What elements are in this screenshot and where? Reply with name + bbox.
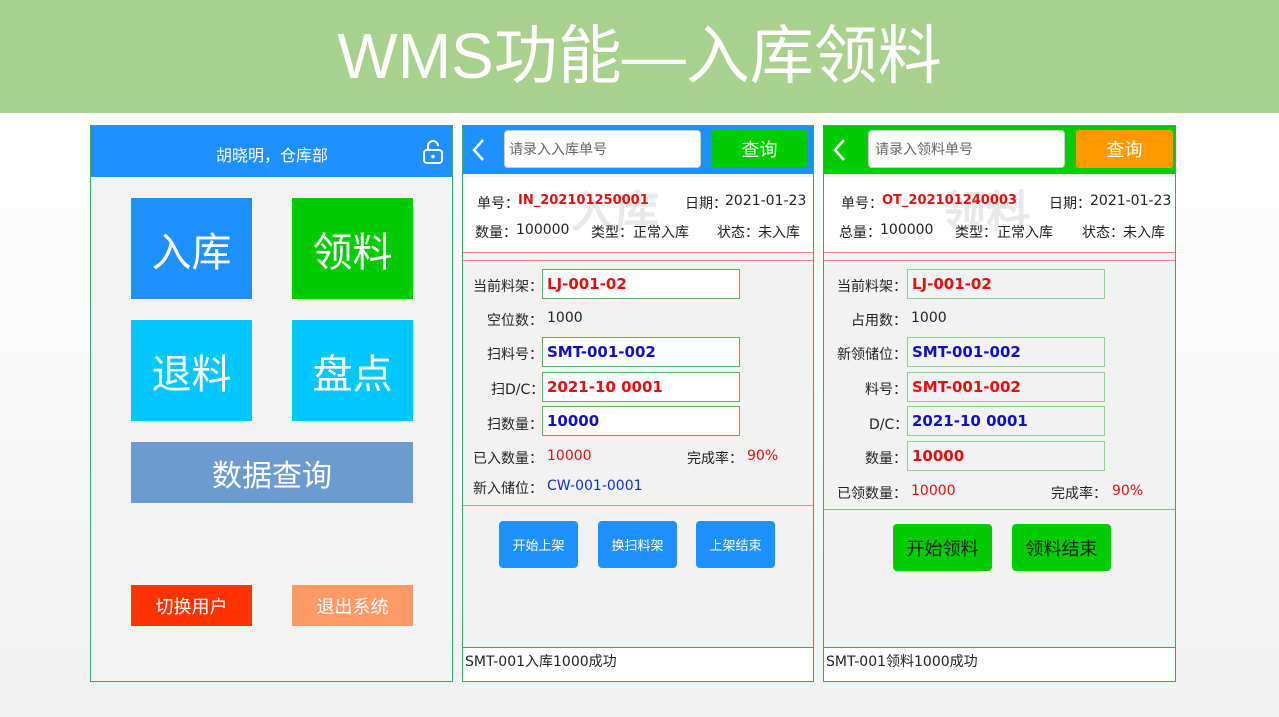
- picking-tile[interactable]: 领料: [292, 198, 413, 299]
- inbound-screen: 查询 入库 单号： IN_202101250001 日期： 2021-01-23…: [462, 125, 814, 682]
- order-number: IN_202101250001: [518, 193, 649, 208]
- order-number: OT_202101240003: [882, 193, 1017, 208]
- lock-icon[interactable]: [422, 140, 444, 164]
- dc-label: D/C：: [869, 417, 909, 433]
- empty-label: 空位数：: [487, 313, 543, 329]
- inventory-tile[interactable]: 盘点: [292, 320, 413, 421]
- rack-label: 当前料架：: [473, 279, 543, 295]
- divider: [463, 260, 813, 261]
- status-message: SMT-001领料1000成功: [824, 647, 1175, 681]
- part-field[interactable]: SMT-001-002: [907, 372, 1105, 402]
- divider: [824, 509, 1175, 510]
- new-loc-label: 新领储位：: [837, 347, 907, 363]
- picking-order-search-input[interactable]: [868, 130, 1065, 168]
- type-value: 正常入库: [633, 225, 689, 241]
- scan-part-label: 扫料号：: [487, 347, 543, 363]
- picking-query-button[interactable]: 查询: [1076, 130, 1173, 168]
- user-info: 胡晓明，仓库部: [215, 146, 328, 165]
- type-value: 正常入库: [997, 225, 1053, 241]
- date-label: 日期：: [1049, 196, 1091, 212]
- finish-picking-button[interactable]: 领料结束: [1012, 524, 1111, 571]
- switch-user-button[interactable]: 切换用户: [131, 585, 252, 626]
- start-shelving-button[interactable]: 开始上架: [499, 521, 578, 568]
- date-value: 2021-01-23: [1090, 193, 1172, 209]
- divider: [463, 505, 813, 506]
- type-label: 类型：: [591, 225, 633, 241]
- picking-screen: 查询 领料 单号： OT_202101240003 日期： 2021-01-23…: [823, 125, 1176, 682]
- in-qty-label: 已入数量：: [473, 451, 543, 467]
- rate-label: 完成率：: [687, 451, 743, 467]
- count-label: 数量：: [865, 451, 907, 467]
- menu-screen: 胡晓明，仓库部 入库 领料 退料 盘点 数据查询 切换用户 退出系统: [90, 125, 453, 682]
- banner-title: WMS功能—入库领料: [337, 20, 942, 92]
- new-loc-field[interactable]: SMT-001-002: [907, 337, 1105, 367]
- finish-shelving-button[interactable]: 上架结束: [696, 521, 775, 568]
- status-value: 未入库: [1123, 225, 1165, 241]
- exit-system-button[interactable]: 退出系统: [292, 585, 413, 626]
- rate-value: 90%: [1112, 483, 1144, 499]
- inbound-header: 查询: [463, 126, 813, 174]
- status-label: 状态：: [1082, 225, 1124, 241]
- back-icon[interactable]: [469, 137, 489, 163]
- scan-qty-label: 扫数量：: [487, 417, 543, 433]
- status-label: 状态：: [717, 225, 759, 241]
- rate-value: 90%: [747, 448, 779, 464]
- qty-value: 100000: [880, 222, 934, 238]
- used-label: 占用数：: [851, 313, 907, 329]
- menu-header: 胡晓明，仓库部: [91, 126, 452, 177]
- inbound-tile[interactable]: 入库: [131, 198, 252, 299]
- swap-rack-button[interactable]: 换扫料架: [598, 521, 677, 568]
- scan-part-field[interactable]: SMT-001-002: [542, 337, 740, 367]
- picked-label: 已领数量：: [837, 486, 907, 502]
- used-value: 1000: [911, 310, 947, 326]
- qty-value: 100000: [516, 222, 570, 238]
- data-query-tile[interactable]: 数据查询: [131, 442, 413, 503]
- rate-label: 完成率：: [1051, 486, 1107, 502]
- count-field[interactable]: 10000: [907, 441, 1105, 471]
- rack-field[interactable]: LJ-001-02: [907, 269, 1105, 299]
- date-value: 2021-01-23: [725, 193, 807, 209]
- part-label: 料号：: [865, 382, 907, 398]
- return-tile[interactable]: 退料: [131, 320, 252, 421]
- inbound-query-button[interactable]: 查询: [711, 130, 808, 168]
- new-loc-label: 新入储位：: [473, 481, 543, 497]
- inbound-order-search-input[interactable]: [504, 130, 701, 168]
- dc-field[interactable]: 2021-10 0001: [907, 406, 1105, 436]
- rack-field[interactable]: LJ-001-02: [542, 269, 740, 299]
- new-loc-value: CW-001-0001: [547, 478, 643, 494]
- empty-value: 1000: [547, 310, 583, 326]
- in-qty-value: 10000: [547, 448, 592, 464]
- order-label: 单号：: [841, 196, 883, 212]
- title-banner: WMS功能—入库领料: [0, 0, 1279, 113]
- scan-dc-field[interactable]: 2021-10 0001: [542, 372, 740, 402]
- start-picking-button[interactable]: 开始领料: [893, 524, 992, 571]
- status-message: SMT-001入库1000成功: [463, 647, 813, 681]
- scan-qty-field[interactable]: 10000: [542, 406, 740, 436]
- picking-header: 查询: [824, 126, 1175, 174]
- date-label: 日期：: [685, 196, 727, 212]
- qty-label: 数量：: [475, 225, 517, 241]
- type-label: 类型：: [955, 225, 997, 241]
- divider: [824, 260, 1175, 261]
- back-icon[interactable]: [830, 137, 850, 163]
- order-label: 单号：: [477, 196, 519, 212]
- scan-dc-label: 扫D/C：: [491, 382, 545, 398]
- qty-label: 总量：: [839, 225, 881, 241]
- picked-value: 10000: [911, 483, 956, 499]
- rack-label: 当前料架：: [837, 279, 907, 295]
- status-value: 未入库: [758, 225, 800, 241]
